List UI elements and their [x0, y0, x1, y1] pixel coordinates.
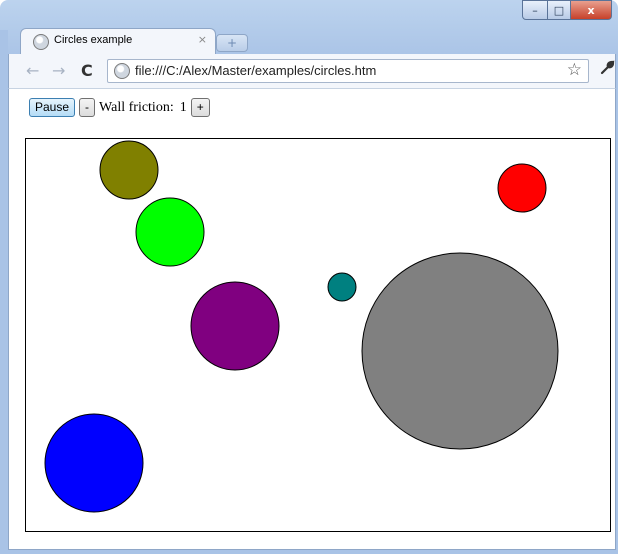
- pause-button[interactable]: Pause: [29, 98, 76, 117]
- circles-drawing: [44, 140, 559, 513]
- wall-friction-label: Wall friction:: [99, 99, 174, 115]
- decrease-friction-button[interactable]: -: [79, 98, 96, 117]
- reload-icon[interactable]: C: [81, 61, 93, 80]
- increase-friction-button[interactable]: +: [190, 98, 210, 117]
- window-frame-left: [0, 30, 8, 554]
- minimize-button[interactable]: –: [522, 0, 548, 20]
- title-bar[interactable]: – □ x: [0, 0, 618, 30]
- close-tab-icon[interactable]: ×: [198, 33, 207, 46]
- new-tab-button[interactable]: +: [216, 34, 248, 52]
- circle-4: [327, 272, 357, 302]
- forward-arrow-icon[interactable]: →: [52, 61, 65, 80]
- circle-2: [135, 197, 205, 267]
- tab-circles-example[interactable]: Circles example ×: [20, 28, 216, 55]
- circle-3: [497, 163, 547, 213]
- circle-5: [190, 281, 280, 371]
- browser-window: – □ x Circles example × + ← → C file:///…: [0, 0, 618, 554]
- circles-canvas[interactable]: [25, 138, 611, 532]
- back-arrow-icon[interactable]: ←: [26, 61, 39, 80]
- wall-friction-value: 1: [179, 99, 187, 115]
- bookmark-star-icon[interactable]: ☆: [567, 60, 582, 80]
- maximize-button[interactable]: □: [548, 0, 571, 20]
- close-window-button[interactable]: x: [571, 0, 612, 20]
- wrench-icon: [600, 60, 615, 75]
- simulation-controls: Pause - Wall friction: 1 +: [29, 98, 210, 117]
- circle-6: [361, 252, 559, 450]
- file-page-icon: [114, 63, 130, 79]
- window-controls: – □ x: [522, 0, 612, 20]
- tab-title: Circles example: [54, 34, 133, 46]
- circle-1: [99, 140, 159, 200]
- address-bar[interactable]: file:///C:/Alex/Master/examples/circles.…: [107, 59, 589, 83]
- page-content: Pause - Wall friction: 1 +: [8, 88, 616, 550]
- navigation-toolbar: ← → C file:///C:/Alex/Master/examples/ci…: [8, 54, 616, 88]
- wrench-menu-icon[interactable]: [599, 60, 615, 80]
- url-text[interactable]: file:///C:/Alex/Master/examples/circles.…: [135, 63, 376, 78]
- circle-7: [44, 413, 144, 513]
- page-favicon-icon: [33, 34, 49, 50]
